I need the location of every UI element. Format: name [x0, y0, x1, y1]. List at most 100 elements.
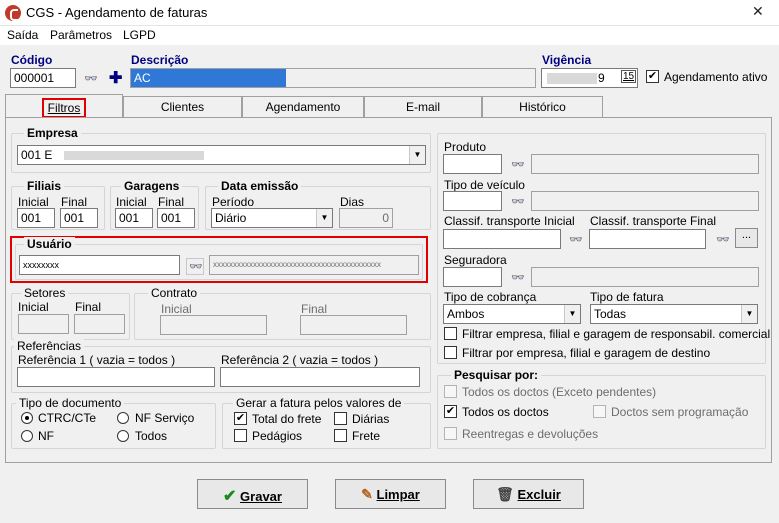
tipo-veiculo-desc-field: [531, 191, 759, 211]
contrato-final-field: [300, 315, 407, 335]
limpar-button[interactable]: ✎ Limpar: [335, 479, 446, 509]
vigencia-date-field[interactable]: 9 15: [541, 68, 638, 88]
agendamento-ativo-checkbox[interactable]: ✔: [646, 70, 659, 83]
agendamento-ativo-label: Agendamento ativo: [664, 70, 768, 84]
close-icon[interactable]: ✕: [752, 3, 764, 20]
usuario-name-field: xxxxxxxxxxxxxxxxxxxxxxxxxxxxxxxxxxxxxxxx…: [209, 255, 419, 275]
menu-lgpd[interactable]: LGPD: [123, 28, 156, 42]
tipo-cobranca-value: Ambos: [447, 307, 485, 321]
garagens-inicial-field[interactable]: 001: [115, 208, 153, 228]
binoculars-search-icon[interactable]: 👓: [511, 158, 525, 171]
setores-label: Setores: [21, 286, 69, 300]
binoculars-search-icon[interactable]: 👓: [84, 72, 98, 85]
menu-parametros[interactable]: Parâmetros: [50, 28, 112, 42]
seguradora-field[interactable]: [443, 267, 502, 287]
vigencia-masked: [547, 73, 597, 84]
data-emissao-label: Data emissão: [218, 179, 302, 193]
seguradora-desc-field: [531, 267, 759, 287]
tab-filtros[interactable]: Filtros: [5, 94, 123, 118]
radio-todos[interactable]: [117, 430, 129, 442]
produto-field[interactable]: [443, 154, 502, 174]
usuario-label: Usuário: [24, 237, 75, 251]
pedagios-checkbox[interactable]: [234, 429, 247, 442]
ellipsis-button[interactable]: ...: [735, 228, 758, 248]
usuario-field[interactable]: xxxxxxxx: [19, 255, 180, 275]
classif-inicial-field[interactable]: [443, 229, 561, 249]
diarias-checkbox[interactable]: [334, 412, 347, 425]
binoculars-search-icon[interactable]: 👓: [511, 271, 525, 284]
binoculars-search-icon[interactable]: 👓: [511, 195, 525, 208]
filtrar-responsabil-label: Filtrar empresa, filial e garagem de res…: [462, 327, 771, 341]
radio-ctrc-cte-label: CTRC/CTe: [38, 411, 97, 425]
empresa-select[interactable]: 001 E ▼: [17, 145, 426, 165]
setores-final-label: Final: [75, 300, 102, 314]
binoculars-search-icon[interactable]: 👓: [569, 233, 583, 246]
title-bar: CGS - Agendamento de faturas ✕: [0, 0, 779, 26]
sem-programacao-checkbox: [593, 405, 606, 418]
produto-desc-field: [531, 154, 759, 174]
periodo-label: Período: [212, 195, 255, 209]
tab-email[interactable]: E-mail: [364, 96, 482, 118]
tipo-cobranca-select[interactable]: Ambos ▼: [443, 304, 581, 324]
periodo-select[interactable]: Diário ▼: [211, 208, 333, 228]
pesquisar-label: Pesquisar por:: [451, 368, 542, 382]
empresa-masked: [64, 151, 204, 160]
referencia2-field[interactable]: [220, 367, 420, 387]
setores-inicial-field: [18, 314, 69, 334]
binoculars-search-icon[interactable]: 👓: [716, 233, 730, 246]
codigo-field[interactable]: 000001: [10, 68, 76, 88]
total-frete-label: Total do frete: [252, 412, 322, 426]
frete-label: Frete: [352, 429, 381, 443]
radio-nf[interactable]: [21, 430, 33, 442]
filiais-final-field[interactable]: 001: [60, 208, 98, 228]
radio-nf-label: NF: [38, 429, 54, 443]
todos-exceto-label: Todos os doctos (Exceto pendentes): [462, 385, 657, 399]
filtrar-responsabil-checkbox[interactable]: [444, 327, 457, 340]
calendar-icon[interactable]: 15: [621, 70, 637, 83]
gravar-label: Gravar: [240, 489, 282, 504]
tipo-veiculo-field[interactable]: [443, 191, 502, 211]
excluir-button[interactable]: 🗑 Excluir: [473, 479, 584, 509]
binoculars-search-icon[interactable]: 👓: [186, 258, 204, 275]
referencia1-field[interactable]: [17, 367, 215, 387]
gravar-button[interactable]: ✔ Gravar: [197, 479, 308, 509]
frete-checkbox[interactable]: [334, 429, 347, 442]
tab-clientes-label: Clientes: [160, 100, 205, 114]
filtrar-destino-label: Filtrar por empresa, filial e garagem de…: [462, 346, 711, 360]
contrato-inicial-field: [160, 315, 267, 335]
filtrar-destino-checkbox[interactable]: [444, 346, 457, 359]
chevron-down-icon[interactable]: ▼: [409, 146, 425, 164]
filiais-inicial-field[interactable]: 001: [17, 208, 55, 228]
classif-inicial-label: Classif. transporte Inicial: [444, 214, 575, 228]
garagens-final-label: Final: [158, 195, 185, 209]
tab-clientes[interactable]: Clientes: [123, 96, 242, 118]
classif-final-label: Classif. transporte Final: [590, 214, 717, 228]
tipo-fatura-select[interactable]: Todas ▼: [590, 304, 758, 324]
menu-saida[interactable]: Saída: [7, 28, 38, 42]
radio-nf-servico[interactable]: [117, 412, 129, 424]
tab-historico[interactable]: Histórico: [482, 96, 603, 118]
chevron-down-icon[interactable]: ▼: [741, 305, 757, 323]
gerar-fatura-label: Gerar a fatura pelos valores de: [233, 396, 405, 410]
todos-doctos-checkbox[interactable]: ✔: [444, 405, 457, 418]
tipo-cobranca-label: Tipo de cobrança: [444, 290, 537, 304]
radio-ctrc-cte[interactable]: [21, 412, 33, 424]
garagens-final-field[interactable]: 001: [157, 208, 195, 228]
empresa-value: 001 E: [21, 148, 53, 162]
radio-todos-label: Todos: [135, 429, 168, 443]
tipo-fatura-value: Todas: [594, 307, 627, 321]
excluir-label: Excluir: [517, 487, 561, 502]
tab-agendamento-label: Agendamento: [265, 100, 341, 114]
pedagios-label: Pedágios: [252, 429, 303, 443]
vigencia-label: Vigência: [542, 53, 592, 67]
tab-agendamento[interactable]: Agendamento: [242, 96, 364, 118]
classif-final-field[interactable]: [589, 229, 706, 249]
total-frete-checkbox[interactable]: ✔: [234, 412, 247, 425]
add-plus-icon[interactable]: ✚: [109, 68, 122, 88]
tab-email-label: E-mail: [405, 100, 440, 114]
checkmark-icon: ✔: [223, 488, 237, 505]
tab-filtros-label: Filtros: [41, 98, 87, 118]
chevron-down-icon[interactable]: ▼: [316, 209, 332, 227]
descricao-label: Descrição: [131, 53, 189, 67]
chevron-down-icon[interactable]: ▼: [564, 305, 580, 323]
